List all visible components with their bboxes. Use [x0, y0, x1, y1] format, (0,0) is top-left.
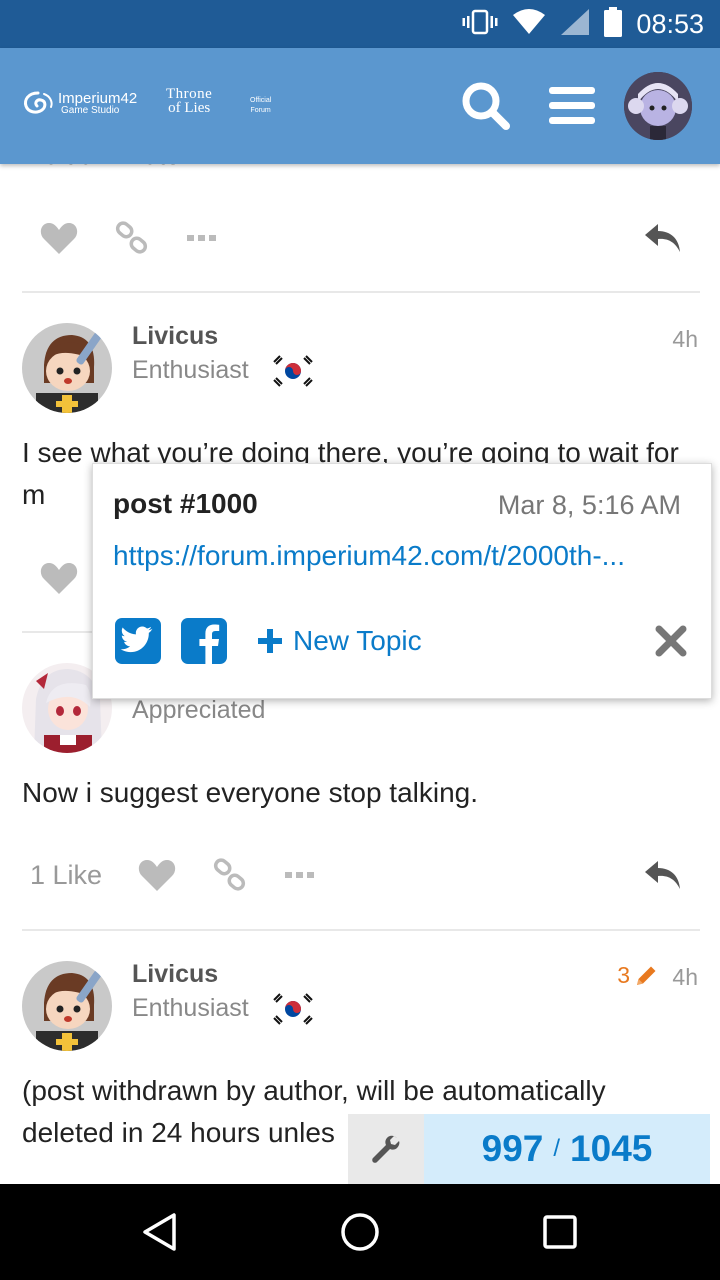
like-button[interactable] [138, 845, 176, 905]
search-icon [462, 82, 510, 130]
imperium-swirl-icon [24, 91, 53, 114]
android-nav-bar [0, 1184, 720, 1280]
ellipsis-icon [187, 235, 216, 241]
user-title: Appreciated [132, 696, 266, 724]
facebook-icon [181, 618, 227, 664]
progress-total: 1045 [570, 1128, 653, 1169]
post-username[interactable]: Livicus [132, 322, 218, 351]
like-count[interactable]: 1 Like [30, 845, 102, 905]
vibrate-icon [462, 9, 498, 40]
official-label-line1: Official [250, 97, 272, 104]
official-label-line2: Forum [250, 106, 271, 114]
wifi-icon [512, 8, 546, 40]
link-icon [213, 858, 246, 891]
heart-icon [138, 860, 176, 891]
progress-separator: / [553, 1135, 561, 1162]
post-actions: 1 Like [22, 845, 700, 905]
progress-current: 997 [481, 1128, 544, 1169]
battery-icon [604, 6, 623, 42]
share-post-date: Mar 8, 5:16 AM [497, 490, 681, 520]
post-divider [22, 291, 700, 293]
livicus-avatar-image [22, 323, 112, 413]
current-user-avatar[interactable] [624, 72, 692, 140]
copy-link-button[interactable] [212, 845, 248, 905]
ellipsis-icon [285, 872, 314, 878]
user-title: Enthusiast [132, 994, 249, 1022]
admin-tools-button[interactable] [348, 1114, 424, 1184]
heart-icon [40, 223, 78, 254]
twitter-icon [115, 618, 161, 664]
share-new-topic-button[interactable]: New Topic [257, 618, 422, 664]
more-actions-button[interactable] [186, 208, 218, 268]
post-divider [22, 929, 700, 931]
korea-flag-icon [270, 354, 316, 388]
edit-history-button[interactable]: 3 [617, 962, 658, 989]
edit-count: 3 [617, 962, 630, 988]
plus-icon [258, 629, 282, 653]
reply-button[interactable] [644, 208, 682, 268]
back-triangle-icon [143, 1213, 176, 1251]
user-title: Enthusiast [132, 356, 249, 384]
link-icon [115, 221, 148, 254]
forum-header: Imperium42 Game Studio Throne of Lies Of… [0, 48, 720, 164]
close-icon [655, 625, 687, 657]
heart-icon [40, 563, 78, 594]
topic-progress[interactable]: 997 / 1045 [424, 1114, 714, 1184]
post-body: Now i suggest everyone stop talking. [22, 777, 479, 808]
user-avatar[interactable] [22, 323, 112, 413]
clock: 08:53 [636, 8, 704, 39]
post-age[interactable]: 4h [672, 326, 698, 353]
post-actions [22, 208, 700, 268]
reply-icon [645, 861, 680, 889]
share-post-title: post #1000 [113, 488, 258, 519]
new-topic-label: New Topic [293, 625, 422, 656]
home-button[interactable] [334, 1206, 386, 1258]
close-share-button[interactable] [655, 618, 687, 664]
reply-button[interactable] [644, 845, 682, 905]
menu-button[interactable] [544, 78, 600, 134]
livicus-avatar-image [22, 961, 112, 1051]
signal-icon [560, 8, 590, 41]
back-button[interactable] [134, 1206, 186, 1258]
share-twitter-button[interactable] [115, 618, 161, 664]
korea-flag-icon [270, 992, 316, 1026]
throne-of-lies-logo[interactable]: Throne of Lies [166, 87, 212, 116]
avatar-image [624, 72, 692, 140]
status-bar: 08:53 [0, 0, 720, 48]
share-link[interactable]: https://forum.imperium42.com/t/2000th-..… [113, 540, 683, 572]
post-username[interactable]: Livicus [132, 960, 218, 989]
user-avatar[interactable] [22, 961, 112, 1051]
throne-logo-line2: of Lies [168, 99, 211, 116]
like-count-label: 1 Like [30, 859, 103, 890]
recents-button[interactable] [534, 1206, 586, 1258]
reply-icon [645, 224, 680, 252]
post-age[interactable]: 4h [672, 964, 698, 991]
like-button[interactable] [40, 548, 78, 608]
imperium-logo-text: Imperium42 [58, 89, 138, 107]
home-circle-icon [341, 1213, 379, 1251]
share-facebook-button[interactable] [181, 618, 227, 664]
imperium42-logo[interactable]: Imperium42 Game Studio [22, 90, 137, 116]
imperium-logo-subtext: Game Studio [61, 104, 120, 116]
recents-square-icon [543, 1215, 577, 1249]
search-button[interactable] [458, 78, 514, 134]
share-popup: post #1000 Mar 8, 5:16 AM https://forum.… [92, 463, 712, 699]
official-forum-label: Official Forum [250, 96, 271, 116]
wrench-icon [372, 1135, 400, 1163]
like-button[interactable] [40, 208, 78, 268]
copy-link-button[interactable] [114, 208, 150, 268]
more-actions-button[interactable] [284, 845, 316, 905]
hamburger-icon [549, 87, 595, 124]
pencil-icon [637, 966, 656, 985]
